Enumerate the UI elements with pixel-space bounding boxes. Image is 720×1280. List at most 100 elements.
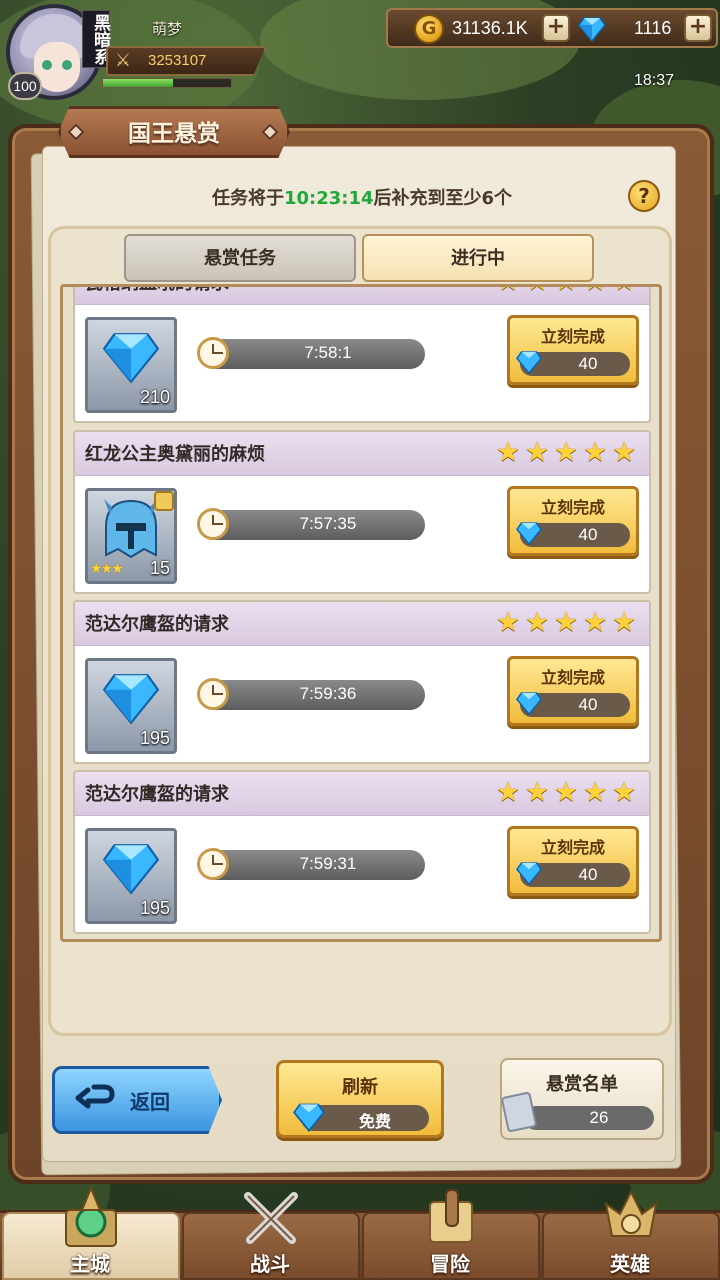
refresh-cost-pill: 免费 (293, 1103, 429, 1133)
task-title: 范达尔鹰盔的请求 (85, 614, 229, 635)
back-label[interactable]: 返回 (130, 1086, 170, 1115)
cost-value: 40 (578, 695, 598, 714)
task-header: 范达尔鹰盔的请求 ★ ★ ★ ★ ★ (75, 602, 649, 646)
complete-now-label: 立刻完成 (540, 498, 605, 517)
task-star-rating: ★★★★★ (496, 609, 639, 636)
star-icon: ★ (525, 777, 550, 808)
nav-label-heroes: 英雄 (610, 1252, 650, 1276)
reward-count: 15 (149, 558, 170, 578)
star-icon: ★ (525, 607, 550, 638)
star-icon: ★ (583, 777, 608, 808)
star-icon: ★ (496, 607, 521, 638)
complete-now-button[interactable]: 立刻完成 40 (507, 656, 639, 726)
reward-item[interactable]: 195 (85, 658, 177, 754)
reward-item[interactable]: 195 (85, 828, 177, 924)
timer-text: 7:58:1 (304, 343, 352, 362)
blue-gem-icon (578, 17, 606, 42)
task-title: 红龙公主奥黛丽的麻烦 (85, 444, 265, 465)
blue-gem-icon (102, 844, 160, 895)
cost-value: 40 (578, 865, 598, 884)
reward-count: 195 (139, 898, 170, 918)
star-icon: ★ (583, 437, 608, 468)
task-card: 瓦格纳血吼的请求 ★★★★★ 210 7:58:1 立刻完成 40 (73, 287, 651, 423)
task-title: 瓦格纳血吼的请求 (85, 287, 229, 295)
clock: 18:37 (634, 72, 675, 89)
timer-icon (197, 337, 229, 369)
star-icon: ★ (525, 437, 550, 468)
tab-in-progress[interactable]: 进行中 (362, 234, 594, 282)
timer-icon (197, 678, 229, 710)
blue-gem-icon (516, 522, 542, 546)
timer-bar: 7:57:35 (199, 510, 425, 540)
cost-pill: 40 (516, 351, 630, 376)
task-header: 瓦格纳血吼的请求 ★★★★★ (75, 287, 649, 305)
star-icon: ★ (583, 607, 608, 638)
timer-icon (197, 508, 229, 540)
complete-now-button[interactable]: 立刻完成 40 (507, 826, 639, 896)
star-icon: ★ (612, 437, 637, 468)
nav-label-battle: 战斗 (250, 1252, 290, 1276)
blue-gem-icon (516, 862, 542, 886)
complete-now-button[interactable]: 立刻完成 40 (507, 486, 639, 556)
add-gems-button[interactable]: + (684, 14, 712, 42)
complete-now-button[interactable]: 立刻完成 40 (507, 315, 639, 385)
star-icon: ★ (496, 287, 523, 295)
help-button[interactable]: ? (628, 180, 660, 212)
cost-value: 40 (578, 525, 598, 544)
reward-item[interactable]: 210 (85, 317, 177, 413)
add-gold-button[interactable]: + (542, 14, 570, 42)
cost-pill: 40 (516, 522, 630, 547)
resource-bar: G 31136.1K + 1116 + (386, 8, 718, 48)
nav-label-main-city: 主城 (70, 1252, 110, 1276)
star-icon: ★ (612, 607, 637, 638)
bounty-count: 26 (589, 1108, 609, 1127)
cost-pill: 40 (516, 692, 630, 717)
task-star-rating: ★★★★★ (496, 439, 639, 466)
task-header: 范达尔鹰盔的请求 ★ ★ ★ ★ ★ (75, 772, 649, 816)
player-title-tag: 黑暗系 (82, 10, 110, 68)
star-icon: ★ (554, 287, 581, 295)
exp-bar-fill (103, 79, 174, 87)
power-row: ⚔ 3253107 (106, 46, 266, 76)
complete-now-label: 立刻完成 (540, 838, 605, 857)
puzzle-piece-icon (154, 491, 174, 511)
star-icon: ★ (554, 437, 579, 468)
reward-item[interactable]: ★★★ 15 (85, 488, 177, 584)
refill-countdown: 10:23:14 (283, 188, 374, 209)
tab-bounty-tasks[interactable]: 悬赏任务 (124, 234, 356, 282)
timer-bar: 7:59:31 (199, 850, 425, 880)
complete-now-label: 立刻完成 (540, 668, 605, 687)
refill-note: 任务将于10:23:14后补充到至少6个 (120, 184, 604, 210)
refresh-button[interactable]: 刷新 免费 (276, 1060, 444, 1138)
crossed-swords-icon: ⚔ (114, 50, 132, 71)
task-card: 范达尔鹰盔的请求 ★ ★ ★ ★ ★ 195 7:59:31 立刻完成 40 (73, 770, 651, 934)
refresh-cost: 免费 (358, 1112, 391, 1131)
star-icon: ★ (612, 287, 639, 295)
blue-gem-icon (516, 351, 542, 375)
task-star-rating: ★★★★★ (496, 287, 639, 295)
star-icon: ★ (554, 607, 579, 638)
avatar-eye-left (42, 60, 52, 70)
player-name: 萌梦 (151, 20, 182, 38)
star-icon: ★ (583, 287, 610, 295)
player-level-badge: 100 (8, 72, 42, 100)
task-header: 红龙公主奥黛丽的麻烦 ★ ★ ★ ★ ★ (75, 432, 649, 476)
timer-icon (197, 848, 229, 880)
gem-value: 1116 (634, 18, 672, 38)
task-title: 范达尔鹰盔的请求 (85, 784, 229, 805)
star-icon: ★ (612, 777, 637, 808)
power-value: 3253107 (148, 52, 207, 69)
task-list[interactable]: 瓦格纳血吼的请求 ★★★★★ 210 7:58:1 立刻完成 40 红龙 (60, 284, 662, 942)
reward-star-rating: ★★★ (90, 561, 124, 577)
exp-bar (102, 78, 232, 88)
timer-text: 7:59:31 (299, 854, 357, 873)
back-arrow-icon (75, 1084, 115, 1109)
star-icon: ★ (554, 777, 579, 808)
timer-text: 7:57:35 (299, 514, 357, 533)
task-card: 红龙公主奥黛丽的麻烦 ★ ★ ★ ★ ★ ★★★ 15 7:57:35 立刻完成 4 (73, 430, 651, 594)
star-icon: ★ (525, 287, 552, 295)
complete-now-label: 立刻完成 (540, 327, 605, 346)
panel-title: 国王悬赏 (128, 121, 220, 147)
hero-helmet-icon (604, 1189, 658, 1237)
task-star-rating: ★★★★★ (496, 779, 639, 806)
